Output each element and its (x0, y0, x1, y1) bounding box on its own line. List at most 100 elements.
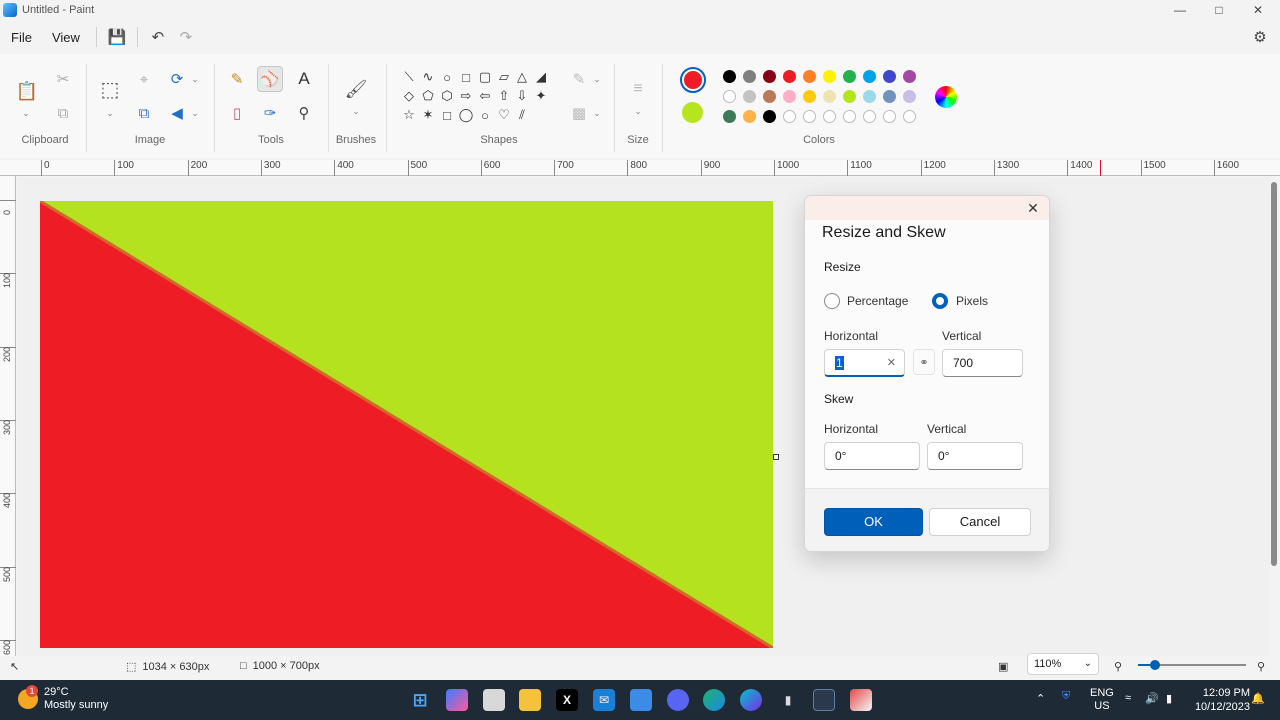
right-triangle-shape-icon[interactable]: ◢ (532, 68, 550, 86)
skew-vertical-input[interactable]: 0° (927, 442, 1023, 470)
menu-file[interactable]: File (1, 26, 42, 49)
drawing-canvas[interactable] (40, 201, 773, 648)
pencil-icon[interactable]: ✎ (224, 66, 250, 92)
five-point-star-shape-icon[interactable]: ☆ (400, 106, 418, 124)
color-swatch[interactable] (823, 90, 836, 103)
paste-dropdown-chevron-icon[interactable]: ⌄ (13, 100, 39, 126)
primary-color[interactable] (680, 67, 706, 93)
down-arrow-shape-icon[interactable]: ⇩ (513, 87, 531, 105)
text-tool-icon[interactable]: A (291, 66, 317, 92)
color-swatch[interactable] (823, 110, 836, 123)
paint-taskbar-icon[interactable] (813, 689, 835, 711)
canvas-resize-handle[interactable] (773, 454, 779, 460)
color-swatch[interactable] (723, 90, 736, 103)
copy-icon[interactable]: ⧉ (50, 100, 76, 126)
color-swatch[interactable] (843, 70, 856, 83)
color-swatch[interactable] (803, 110, 816, 123)
rectangle-shape-icon[interactable]: □ (457, 68, 475, 86)
cloud-callout-shape-icon[interactable]: ○ (476, 106, 494, 124)
save-icon[interactable]: 💾 (103, 24, 131, 50)
file-explorer-icon[interactable] (519, 689, 541, 711)
left-arrow-shape-icon[interactable]: ⇦ (476, 87, 494, 105)
fill-bucket-icon[interactable]: ⚾ (257, 66, 283, 92)
cut-icon[interactable]: ✂ (50, 66, 76, 92)
crop-icon[interactable]: ⌖ (131, 66, 157, 92)
color-swatch[interactable] (743, 70, 756, 83)
edit-colors-wheel-icon[interactable] (935, 86, 957, 108)
tray-chevron-up-icon[interactable]: ⌃ (1036, 692, 1045, 705)
curve-shape-icon[interactable]: ∿ (419, 68, 437, 86)
color-swatch[interactable] (783, 110, 796, 123)
zoom-in-icon[interactable]: ⚲ (1257, 660, 1265, 673)
magnifier-icon[interactable]: ⚲ (291, 100, 317, 126)
cancel-button[interactable]: Cancel (929, 508, 1031, 536)
canva-icon[interactable] (740, 689, 762, 711)
color-swatch[interactable] (783, 70, 796, 83)
fill-dropdown-chevron-icon[interactable]: ⌄ (584, 100, 610, 126)
select-icon[interactable]: ⬚ (97, 76, 123, 102)
four-point-star-shape-icon[interactable]: ✦ (532, 87, 550, 105)
zoom-level-select[interactable]: 110% ⌄ (1027, 653, 1099, 675)
color-swatch[interactable] (903, 110, 916, 123)
color-swatch[interactable] (763, 110, 776, 123)
flip-dropdown-chevron-icon[interactable]: ⌄ (182, 100, 208, 126)
x-app-icon[interactable]: X (556, 689, 578, 711)
color-swatch[interactable] (743, 90, 756, 103)
rounded-rectangle-shape-icon[interactable]: ▢ (476, 68, 494, 86)
color-swatch[interactable] (863, 90, 876, 103)
vertical-size-input[interactable]: 700 (942, 349, 1023, 377)
weather-widget[interactable]: 1 29°C Mostly sunny (18, 685, 108, 712)
outline-dropdown-chevron-icon[interactable]: ⌄ (584, 66, 610, 92)
volume-icon[interactable]: 🔊 (1145, 692, 1159, 705)
lightning-shape-icon[interactable]: ⫽ (513, 106, 531, 124)
canvas-workspace[interactable] (17, 177, 1270, 656)
polygon-shape-icon[interactable]: ▱ (495, 68, 513, 86)
color-swatch[interactable] (723, 110, 736, 123)
color-swatch[interactable] (743, 110, 756, 123)
color-swatch[interactable] (823, 70, 836, 83)
fit-to-window-icon[interactable]: ▣ (998, 660, 1008, 673)
task-view-icon[interactable] (483, 689, 505, 711)
horizontal-size-input[interactable]: 1 ✕ (824, 349, 905, 377)
settings-gear-icon[interactable]: ⚙ (1246, 24, 1274, 50)
heart-shape-icon[interactable]: ♡ (495, 106, 513, 124)
redo-icon[interactable]: ↷ (172, 24, 200, 50)
clear-input-icon[interactable]: ✕ (887, 350, 896, 376)
select-dropdown-chevron-icon[interactable]: ⌄ (97, 100, 123, 126)
triangle-shape-icon[interactable]: △ (513, 68, 531, 86)
dialog-close-icon[interactable]: ✕ (1025, 200, 1041, 216)
color-swatch[interactable] (843, 110, 856, 123)
color-swatch[interactable] (883, 90, 896, 103)
discord-icon[interactable] (667, 689, 689, 711)
ok-button[interactable]: OK (824, 508, 923, 536)
clock[interactable]: 12:09 PM 10/12/2023 (1195, 686, 1250, 714)
battery-icon[interactable]: ▮ (1166, 692, 1172, 705)
notifications-bell-icon[interactable]: 🔔 (1251, 692, 1265, 705)
color-swatch[interactable] (863, 70, 876, 83)
notepad-icon[interactable] (630, 689, 652, 711)
color-swatch[interactable] (783, 90, 796, 103)
oval-shape-icon[interactable]: ○ (438, 68, 456, 86)
game-controller-icon[interactable]: ▮ (777, 689, 799, 711)
percentage-radio[interactable] (824, 293, 840, 309)
pentagon-shape-icon[interactable]: ⬠ (419, 87, 437, 105)
resize-icon[interactable]: ⧉ (131, 100, 157, 126)
language-indicator[interactable]: ENG US (1090, 687, 1114, 713)
eraser-icon[interactable]: ▯ (224, 100, 250, 126)
color-picker-icon[interactable]: ✑ (257, 100, 283, 126)
zoom-slider-thumb[interactable] (1150, 660, 1160, 670)
minimize-button[interactable]: — (1160, 0, 1200, 20)
right-arrow-shape-icon[interactable]: ⇨ (457, 87, 475, 105)
color-swatch[interactable] (843, 90, 856, 103)
color-swatch[interactable] (803, 70, 816, 83)
vertical-scrollbar[interactable] (1271, 182, 1277, 566)
hexagon-shape-icon[interactable]: ⬡ (438, 87, 456, 105)
zoom-out-icon[interactable]: ⚲ (1114, 660, 1122, 673)
rotate-dropdown-chevron-icon[interactable]: ⌄ (182, 66, 208, 92)
edge-browser-icon[interactable] (703, 689, 725, 711)
copilot-icon[interactable] (446, 689, 468, 711)
maximize-button[interactable]: □ (1199, 0, 1239, 20)
size-dropdown-chevron-icon[interactable]: ⌄ (625, 98, 651, 124)
menu-view[interactable]: View (42, 26, 90, 49)
color-swatch[interactable] (763, 70, 776, 83)
